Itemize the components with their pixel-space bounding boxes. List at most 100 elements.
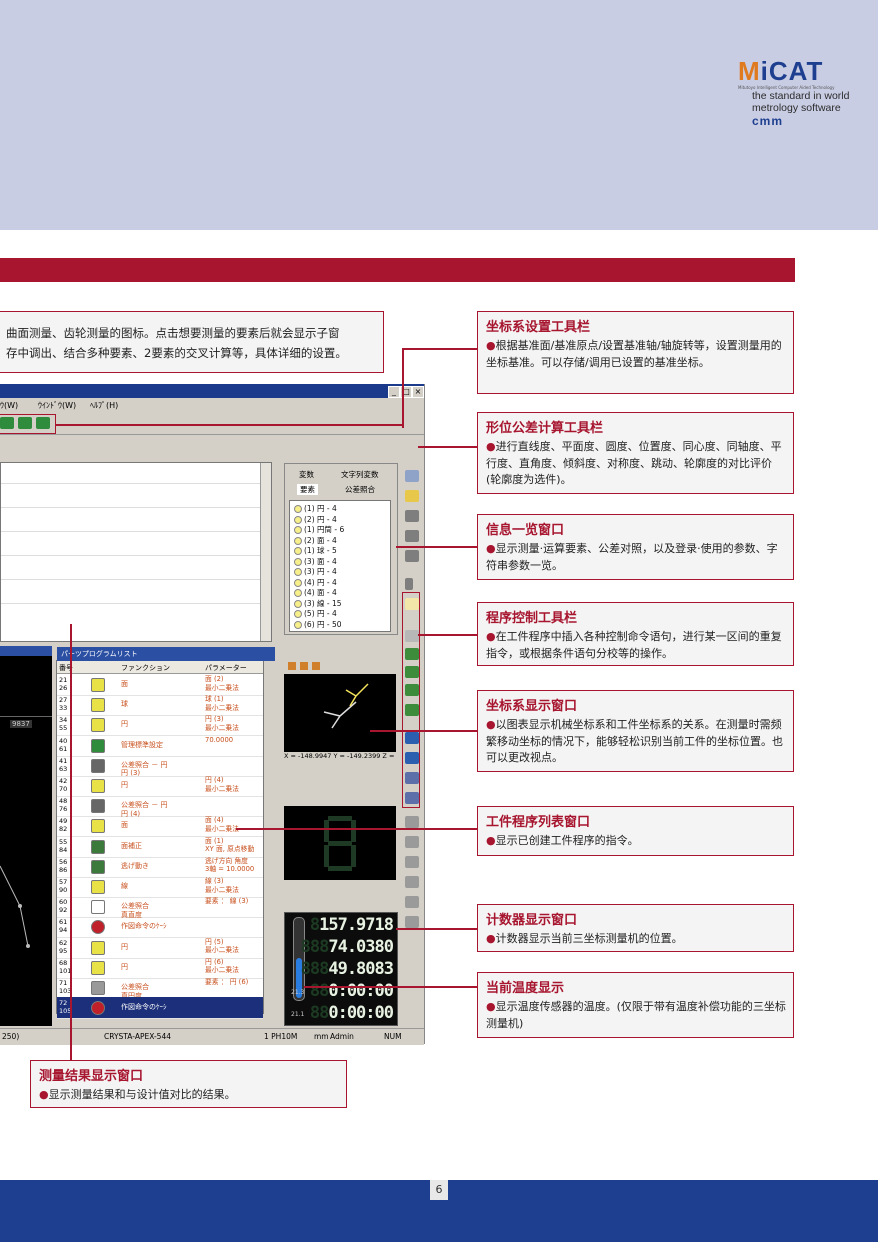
element-list-item[interactable]: (1) 球 - 5 xyxy=(294,545,337,556)
leader-line xyxy=(56,424,404,426)
element-list-item[interactable]: (1) 円 - 4 xyxy=(294,503,337,514)
coord-tool-icon-2[interactable] xyxy=(405,490,419,502)
element-list-item[interactable]: (1) 円筒 - 6 xyxy=(294,524,344,535)
leader-line xyxy=(70,624,72,1060)
close-button[interactable]: × xyxy=(412,386,424,398)
program-row-parameter: 線 (3) 最小二乗法 xyxy=(205,877,239,894)
coord-tool-icon-3[interactable] xyxy=(405,510,419,522)
program-row[interactable]: 34 55 円円 (3) 最小二乗法 xyxy=(57,714,263,737)
element-icon xyxy=(294,599,302,608)
program-row-function: 線 xyxy=(121,882,128,890)
program-row-function: 円 xyxy=(121,942,128,951)
coord-tool-icon-1[interactable] xyxy=(405,470,419,482)
program-row[interactable]: 55 84 面補正面 (1) XY 面, 原点移動 xyxy=(57,836,263,858)
element-list-item[interactable]: (3) 面 - 4 xyxy=(294,556,337,567)
coord-tool-icon-5[interactable] xyxy=(405,550,419,562)
program-row[interactable]: 56 86 逃げ動き 逃げ方向 角度 3軸 = 10.0000 xyxy=(57,856,263,878)
program-row-icon xyxy=(91,758,105,773)
element-list-item[interactable]: (4) 面 - 4 xyxy=(294,587,337,598)
element-list-item[interactable]: (2) 面 - 4 xyxy=(294,535,337,546)
element-list-item[interactable]: (3) 線 - 15 xyxy=(294,598,342,609)
program-list-header: パーツプログラムリスト xyxy=(57,647,275,661)
program-row-icon xyxy=(91,981,105,995)
program-row-function: 円 xyxy=(121,720,128,729)
menu-item-help[interactable]: ﾍﾙﾌﾟ(H) xyxy=(90,400,118,411)
program-row[interactable]: 41 63 公差照合 － 円 円 (3) xyxy=(57,755,263,777)
element-icon xyxy=(294,515,302,524)
program-row-parameter: 要素 ： 円 (6) xyxy=(205,978,249,986)
program-row[interactable]: 27 33 球球 (1) 最小二乗法 xyxy=(57,694,263,717)
status-user: Admin xyxy=(330,1032,354,1041)
tab-string-variables[interactable]: 文字列変数 xyxy=(341,469,379,480)
program-row[interactable]: 72 105 作図命令のｹｰｼ xyxy=(57,997,263,1020)
menu-item-window[interactable]: ｳｲﾝﾄﾞｳ(W) xyxy=(38,400,76,411)
results-scrollbar[interactable] xyxy=(260,463,271,641)
element-list-item[interactable]: (6) 円 - 50 xyxy=(294,619,342,630)
view-icon-2[interactable] xyxy=(300,662,308,670)
timer-2: 880:00:00 xyxy=(309,1003,394,1023)
program-row-function: 作図命令のｹｰｼ xyxy=(121,922,167,931)
information-list-window: 変数 文字列変数 要素 公差照合 (1) 円 - 4 (2) 円 - 4 (1) 円… xyxy=(284,463,398,635)
leader-line xyxy=(418,634,478,636)
logo-cmm: cmm xyxy=(752,114,784,128)
program-list-columns: 番号 ファンクション パラメーター xyxy=(57,661,263,674)
status-machine: CRYSTA-APEX-544 xyxy=(104,1032,171,1041)
menu-item-window-partial[interactable]: ｳ(W) xyxy=(0,400,18,411)
view-icon-3[interactable] xyxy=(312,662,320,670)
minimize-button[interactable]: _ xyxy=(388,386,400,398)
tab-elements[interactable]: 要素 xyxy=(297,484,318,495)
element-list-item[interactable]: (2) 円 - 4 xyxy=(294,514,337,525)
element-icon xyxy=(294,568,302,576)
program-tool-icon-13[interactable] xyxy=(405,836,419,848)
program-row-icon xyxy=(91,960,105,975)
program-row-icon xyxy=(91,698,105,713)
logo-tagline-1: the standard in world xyxy=(752,90,850,102)
element-icon xyxy=(294,505,302,513)
coord-tool-icon-4[interactable] xyxy=(405,530,419,542)
status-bar: 250) CRYSTA-APEX-544 1 PH10M mm Admin NU… xyxy=(0,1028,424,1045)
element-list-item[interactable]: (5) 円 - 4 xyxy=(294,608,337,619)
program-tool-icon-1[interactable] xyxy=(405,578,413,590)
element-icon xyxy=(294,589,302,597)
program-tool-icon-15[interactable] xyxy=(405,876,419,888)
program-row-parameter: 面 (4) 最小二乗法 xyxy=(205,816,239,833)
program-row[interactable]: 42 70 円円 (4) 最小二乗法 xyxy=(57,775,263,797)
graphic-value: 9837 xyxy=(10,720,32,728)
program-row-icon xyxy=(91,738,105,753)
program-row-parameter: 要素 ： 線 (3) xyxy=(205,897,249,906)
program-row[interactable]: 48 76 公差照合 － 円 円 (4) xyxy=(57,795,263,818)
program-tool-icon-12[interactable] xyxy=(405,816,419,828)
status-left: 250) xyxy=(2,1032,20,1041)
timer-1: 880:00:00 xyxy=(309,981,394,1001)
program-tool-icon-17[interactable] xyxy=(405,916,419,928)
program-row[interactable]: 71 103 公差照合 真円度 要素 ： 円 (6) xyxy=(57,977,263,1000)
window-titlebar: _ □ × xyxy=(0,384,424,398)
element-list-item[interactable]: (3) 円 - 4 xyxy=(294,566,337,577)
program-row[interactable]: 62 95 円円 (5) 最小二乗法 xyxy=(57,937,263,959)
program-row-parameter: 球 (1) 最小二乗法 xyxy=(205,695,239,712)
view-icon-1[interactable] xyxy=(288,662,296,670)
counter-display-window: 8157.9718 88874.0380 88849.8083 880:00:0… xyxy=(284,912,398,1026)
element-list-item[interactable]: (4) 円 - 4 xyxy=(294,577,337,588)
program-tool-icon-14[interactable] xyxy=(405,856,419,868)
program-row-icon xyxy=(91,839,105,854)
toolbar-highlight xyxy=(0,414,56,434)
graphic-window: 9837 xyxy=(0,646,52,1026)
leader-line xyxy=(370,730,478,732)
program-row[interactable]: 60 92 公差照合 真直度 要素 ： 線 (3) xyxy=(57,896,263,919)
program-row-parameter: 円 (5) 最小二乗法 xyxy=(205,937,239,955)
program-row[interactable]: 68 101 円円 (6) 最小二乗法 xyxy=(57,957,263,979)
program-row[interactable]: 40 61 管理標準設定 70.0000 xyxy=(57,735,263,757)
intro-box: 曲面测量、齿轮测量的图标。点击想要测量的要素后就会显示子窗 存中调出、结合多种要… xyxy=(0,311,384,373)
callout-info-list: 信息一览窗口 ●显示测量·运算要素、公差对照，以及登录·使用的参数、字符串参数一… xyxy=(477,514,794,580)
program-row[interactable]: 49 82 面面 (4) 最小二乗法 xyxy=(57,815,263,838)
program-row[interactable]: 61 94 作図命令のｹｰｼ xyxy=(57,916,263,939)
tab-variables[interactable]: 変数 xyxy=(299,469,314,480)
program-toolbar-highlight xyxy=(402,592,420,808)
leader-line xyxy=(418,446,478,448)
tab-tolerance[interactable]: 公差照合 xyxy=(345,484,375,495)
program-row[interactable]: 21 26 面面 (2) 最小二乗法 xyxy=(57,674,263,696)
program-tool-icon-16[interactable] xyxy=(405,896,419,908)
program-row[interactable]: 57 90 線線 (3) 最小二乗法 xyxy=(57,876,263,898)
program-row-function: 逃げ動き xyxy=(121,861,149,870)
